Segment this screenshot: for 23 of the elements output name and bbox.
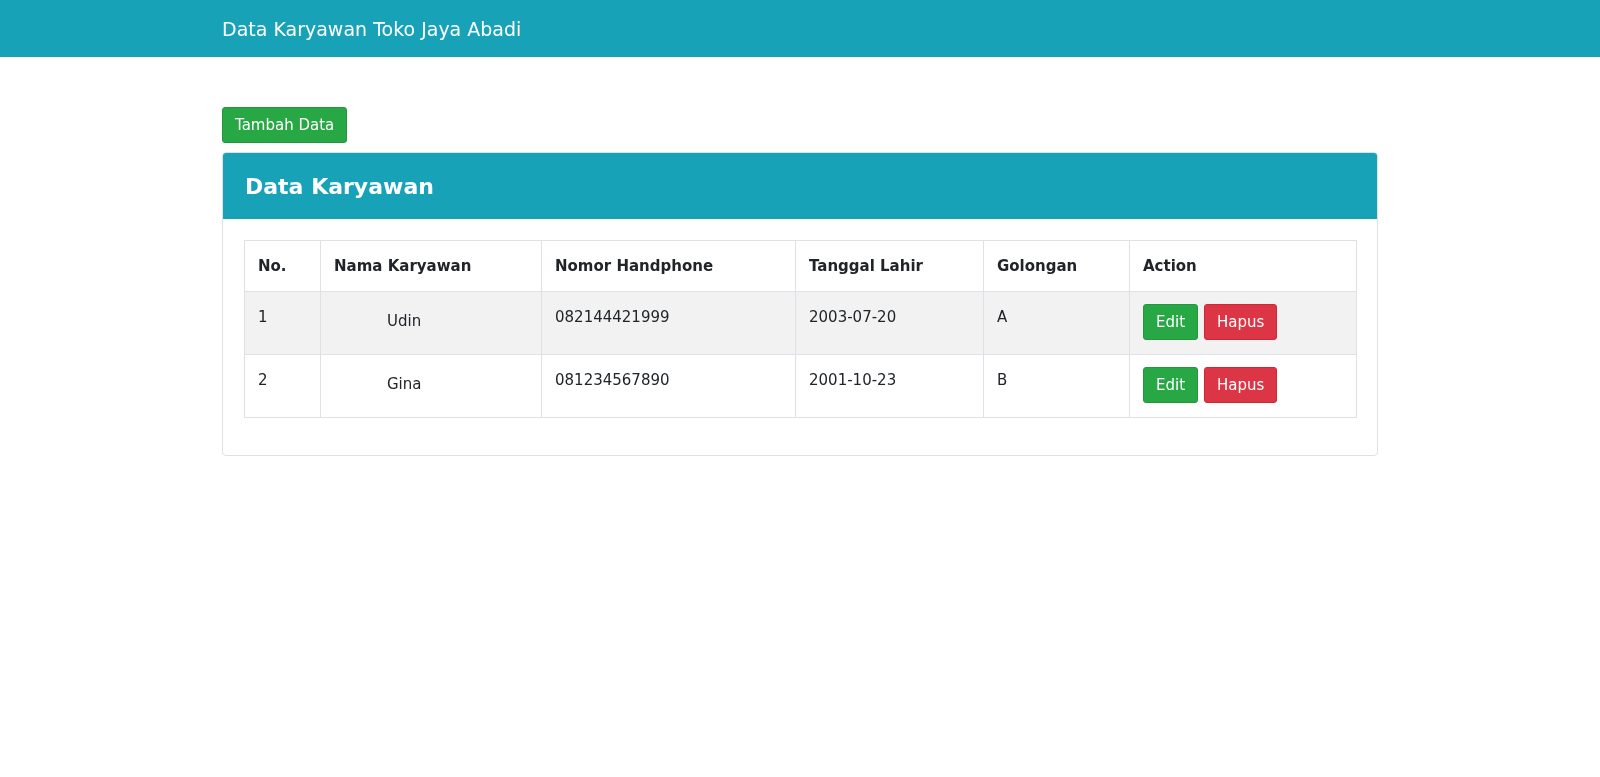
card-title: Data Karyawan (245, 173, 434, 199)
table-cell: B (983, 354, 1130, 418)
table-cell: A (983, 291, 1130, 355)
column-header: No. (244, 240, 321, 292)
column-header: Golongan (983, 240, 1130, 292)
edit-button[interactable]: Edit (1143, 367, 1199, 403)
brand-title[interactable]: Data Karyawan Toko Jaya Abadi (222, 17, 522, 40)
table-cell: Gina (320, 354, 542, 418)
table-cell: 082144421999 (541, 291, 796, 355)
table-cell: 2003-07-20 (795, 291, 984, 355)
table-cell: 2001-10-23 (795, 354, 984, 418)
add-data-button[interactable]: Tambah Data (222, 107, 348, 143)
column-header: Action (1129, 240, 1357, 292)
table-cell: 2 (244, 354, 321, 418)
table-cell: Udin (320, 291, 542, 355)
edit-button[interactable]: Edit (1143, 304, 1199, 340)
column-header: Nama Karyawan (320, 240, 542, 292)
column-header: Nomor Handphone (541, 240, 796, 292)
delete-button[interactable]: Hapus (1204, 304, 1278, 340)
table-cell: 1 (244, 291, 321, 355)
delete-button[interactable]: Hapus (1204, 367, 1278, 403)
table-cell: 081234567890 (541, 354, 796, 418)
column-header: Tanggal Lahir (795, 240, 984, 292)
